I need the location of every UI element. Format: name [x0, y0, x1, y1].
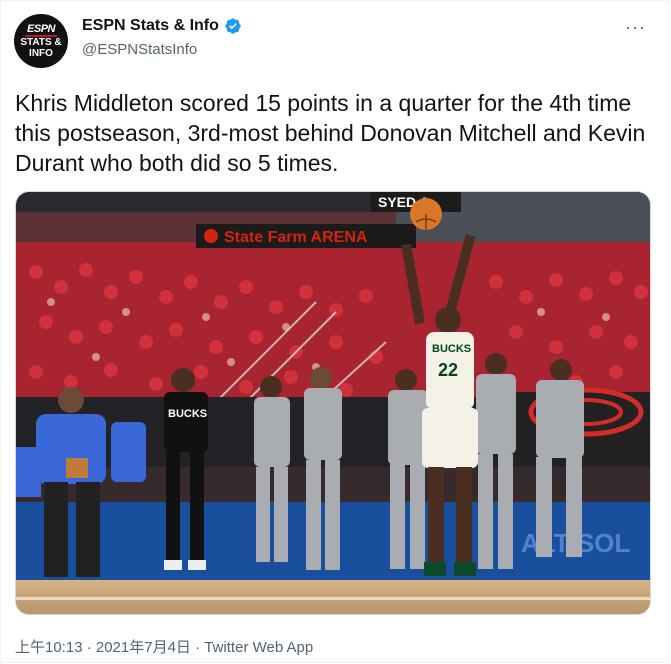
avatar[interactable]: ESPN STATS & INFO	[14, 14, 68, 68]
more-options-icon[interactable]: ···	[625, 17, 646, 38]
author-handle[interactable]: @ESPNStatsInfo	[82, 41, 197, 58]
avatar-brand-text: ESPN	[25, 22, 57, 37]
basketball-photo: State Farm ARENA SYED A ALT SOL	[16, 192, 650, 614]
avatar-line-1: STATS &	[20, 36, 62, 48]
tweet-footer: 上午10:13 · 2021年7月4日 · Twitter Web App	[15, 636, 313, 657]
arena-sign: State Farm ARENA	[224, 229, 368, 246]
source-app-link[interactable]: Twitter Web App	[204, 639, 313, 656]
tweet-photo[interactable]: State Farm ARENA SYED A ALT SOL	[15, 191, 651, 615]
verified-badge-icon	[225, 18, 241, 34]
jersey-team-text: BUCKS	[432, 343, 471, 355]
author-name-row[interactable]: ESPN Stats & Info	[82, 17, 242, 35]
footer-separator: ·	[190, 639, 205, 656]
author-name[interactable]: ESPN Stats & Info	[82, 17, 219, 35]
jersey-number: 22	[438, 360, 458, 380]
bench-jersey-text: BUCKS	[168, 408, 207, 420]
tweet-timestamp[interactable]: 上午10:13 · 2021年7月4日	[15, 639, 191, 656]
avatar-line-2: INFO	[29, 47, 53, 59]
tweet-text: Khris Middleton scored 15 points in a qu…	[15, 90, 646, 176]
tweet-card: ESPN STATS & INFO ESPN Stats & Info @ESP…	[0, 0, 669, 663]
